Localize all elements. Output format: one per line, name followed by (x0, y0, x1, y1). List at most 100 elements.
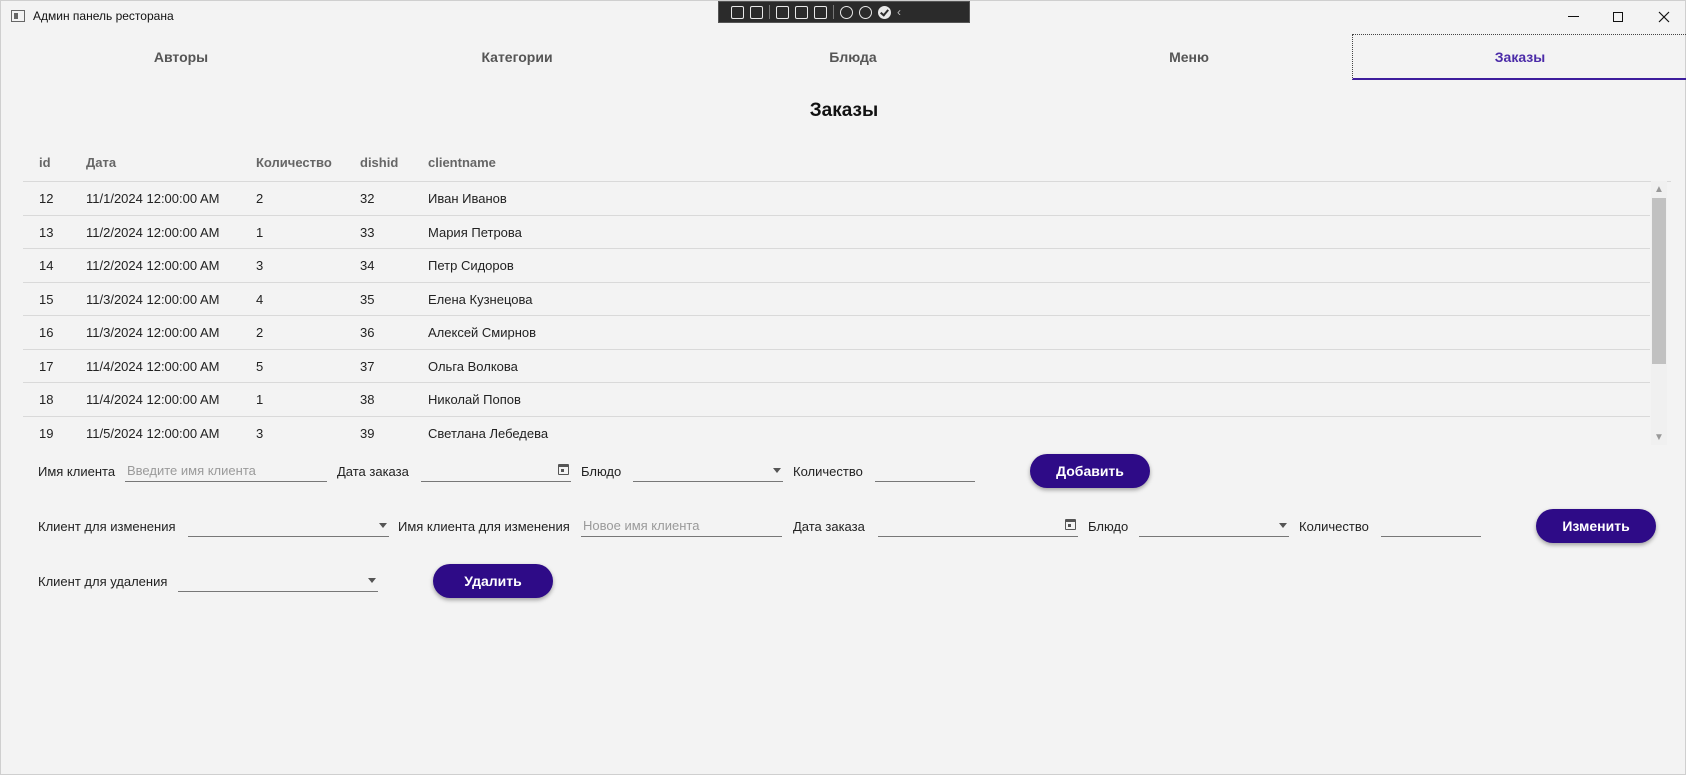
table-row[interactable]: 17 11/4/2024 12:00:00 AM 5 37 Ольга Волк… (23, 350, 1650, 383)
cell-id: 19 (39, 425, 54, 441)
hot-reload-icon[interactable] (840, 5, 853, 19)
chevron-down-icon (1279, 523, 1287, 528)
accessibility-icon[interactable] (859, 5, 872, 19)
chevron-down-icon (368, 578, 376, 583)
column-header-quantity[interactable]: Количество (256, 155, 332, 170)
edit-client-select-label: Клиент для изменения (38, 519, 176, 534)
check-icon[interactable] (878, 5, 891, 19)
column-header-clientname[interactable]: clientname (428, 155, 496, 170)
toolbar-separator (833, 5, 834, 19)
cell-clientname: Петр Сидоров (428, 258, 514, 273)
edit-date-picker[interactable] (878, 515, 1078, 537)
add-quantity-input[interactable] (875, 460, 975, 482)
edit-client-name-label: Имя клиента для изменения (398, 519, 570, 534)
tab-orders[interactable]: Заказы (1352, 34, 1686, 80)
close-icon (1658, 11, 1670, 22)
edit-quantity-label: Количество (1299, 519, 1369, 534)
edit-dish-select[interactable] (1139, 515, 1289, 537)
cell-clientname: Ольга Волкова (428, 358, 518, 374)
table-row[interactable]: 16 11/3/2024 12:00:00 AM 2 36 Алексей См… (23, 316, 1650, 350)
column-header-id[interactable]: id (39, 155, 51, 170)
pointer-select-icon[interactable] (776, 5, 789, 19)
edit-dish-label: Блюдо (1088, 519, 1129, 534)
cell-quantity: 2 (256, 191, 264, 206)
video-icon[interactable] (750, 5, 763, 19)
cell-dishid: 39 (360, 425, 375, 441)
edit-quantity-input[interactable] (1381, 515, 1481, 537)
layout-adorner-icon[interactable] (795, 5, 808, 19)
add-client-input[interactable] (125, 460, 327, 482)
tab-menu[interactable]: Меню (1021, 34, 1357, 80)
cell-dishid: 34 (360, 258, 375, 273)
add-dish-select[interactable] (633, 460, 783, 482)
close-button[interactable] (1644, 1, 1684, 32)
scroll-thumb[interactable] (1652, 198, 1666, 364)
cell-date: 11/3/2024 12:00:00 AM (86, 291, 220, 307)
calendar-icon[interactable] (558, 464, 569, 475)
tab-bar: Авторы Категории Блюда Меню Заказы (13, 34, 1686, 80)
cell-date: 11/4/2024 12:00:00 AM (86, 392, 220, 407)
add-quantity-label: Количество (793, 464, 863, 479)
cell-id: 14 (39, 258, 54, 273)
chevron-down-icon (379, 523, 387, 528)
edit-date-label: Дата заказа (793, 519, 865, 534)
delete-button[interactable]: Удалить (433, 564, 553, 598)
edit-client-name-input[interactable] (581, 515, 782, 537)
cell-date: 11/3/2024 12:00:00 AM (86, 325, 220, 340)
orders-table: id Дата Количество dishid clientname 12 … (23, 147, 1671, 443)
table-row[interactable]: 15 11/3/2024 12:00:00 AM 4 35 Елена Кузн… (23, 283, 1650, 316)
table-scrollbar[interactable]: ▲ ▼ (1651, 181, 1667, 445)
cell-quantity: 2 (256, 325, 264, 340)
add-button[interactable]: Добавить (1030, 454, 1150, 488)
cell-clientname: Елена Кузнецова (428, 291, 533, 307)
cell-dishid: 32 (360, 191, 375, 206)
cell-clientname: Алексей Смирнов (428, 325, 537, 340)
table-row[interactable]: 18 11/4/2024 12:00:00 AM 1 38 Николай По… (23, 383, 1650, 417)
cell-id: 12 (39, 191, 54, 206)
cell-dishid: 38 (360, 392, 375, 407)
page-title: Заказы (809, 100, 879, 121)
tab-categories[interactable]: Категории (349, 34, 685, 80)
window-title: Админ панель ресторана (33, 9, 174, 23)
delete-client-select[interactable] (178, 570, 378, 592)
table-row[interactable]: 12 11/1/2024 12:00:00 AM 2 32 Иван Ивано… (23, 182, 1650, 216)
tab-dishes[interactable]: Блюда (685, 34, 1021, 80)
cell-id: 15 (39, 291, 54, 307)
cell-clientname: Мария Петрова (428, 224, 522, 240)
add-date-label: Дата заказа (337, 464, 409, 479)
app-window: Админ панель ресторана ‹ Авторы Категори… (0, 0, 1686, 775)
column-header-date[interactable]: Дата (86, 155, 116, 170)
collapse-chevron-icon[interactable]: ‹ (897, 5, 901, 19)
scroll-down-icon[interactable]: ▼ (1651, 429, 1667, 445)
table-row[interactable]: 14 11/2/2024 12:00:00 AM 3 34 Петр Сидор… (23, 249, 1650, 283)
cell-dishid: 36 (360, 325, 375, 340)
cell-quantity: 4 (256, 291, 264, 307)
table-row[interactable]: 13 11/2/2024 12:00:00 AM 1 33 Мария Петр… (23, 216, 1650, 249)
toolbar-separator (769, 5, 770, 19)
add-date-picker[interactable] (421, 460, 571, 482)
minimize-icon (1567, 16, 1579, 17)
cell-id: 18 (39, 392, 54, 407)
column-header-dishid[interactable]: dishid (360, 155, 398, 170)
calendar-icon[interactable] (1065, 519, 1076, 530)
add-client-label: Имя клиента (38, 464, 116, 479)
cell-date: 11/2/2024 12:00:00 AM (86, 258, 220, 273)
select-element-icon[interactable] (731, 5, 744, 19)
edit-button[interactable]: Изменить (1536, 509, 1656, 543)
cell-id: 17 (39, 358, 54, 374)
maximize-button[interactable] (1598, 1, 1638, 32)
minimize-button[interactable] (1553, 1, 1593, 32)
scroll-up-icon[interactable]: ▲ (1651, 181, 1667, 197)
cell-date: 11/4/2024 12:00:00 AM (86, 358, 220, 374)
cell-id: 16 (39, 325, 54, 340)
app-icon (11, 10, 25, 22)
cell-quantity: 1 (256, 392, 264, 407)
table-row[interactable]: 19 11/5/2024 12:00:00 AM 3 39 Светлана Л… (23, 417, 1650, 444)
table-body: 12 11/1/2024 12:00:00 AM 2 32 Иван Ивано… (23, 182, 1671, 443)
track-focus-icon[interactable] (814, 5, 827, 19)
tab-authors[interactable]: Авторы (13, 34, 349, 80)
edit-client-select[interactable] (188, 515, 389, 537)
debug-toolbar: ‹ (718, 1, 970, 23)
cell-clientname: Иван Иванов (428, 191, 507, 206)
table-header: id Дата Количество dishid clientname (23, 147, 1671, 182)
